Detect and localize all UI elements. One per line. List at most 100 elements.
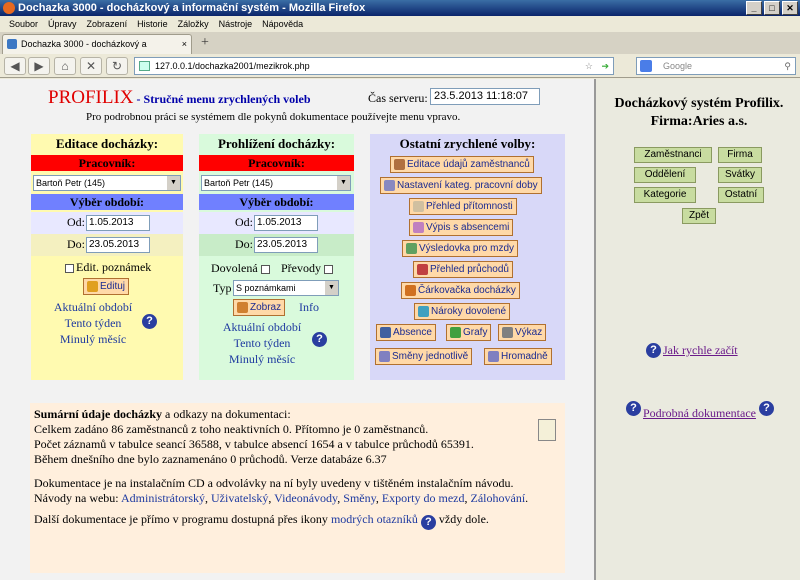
side-btn-company[interactable]: Firma <box>718 147 762 163</box>
view-worker-select[interactable]: Bartoň Petr (145) ▼ <box>201 175 351 191</box>
hint-text: Pro podrobnou práci se systémem dle poky… <box>86 111 461 123</box>
summary-heading-rest: a odkazy na dokumentaci: <box>162 407 291 421</box>
side-btn-category[interactable]: Kategorie <box>634 187 696 203</box>
back-button[interactable]: ◀ <box>4 57 26 75</box>
view-do-input[interactable]: 23.05.2013 <box>254 237 318 253</box>
edit-link-current[interactable]: Aktuální období <box>31 300 155 315</box>
side-btn-other[interactable]: Ostatní <box>718 187 764 203</box>
search-box[interactable]: Google ⚲ <box>636 57 796 75</box>
summary-line-4: Dokumentace je na instalačním CD a odvol… <box>34 476 514 490</box>
page-content: PROFILIX - Stručné menu zrychlených vole… <box>0 79 800 580</box>
view-link-current[interactable]: Aktuální období <box>207 320 317 335</box>
help-icon[interactable]: ? <box>420 515 436 530</box>
side-btn-employees[interactable]: Zaměstnanci <box>634 147 712 163</box>
btn-edit-employees[interactable]: Editace údajů zaměstnanců <box>390 156 534 173</box>
edit-link-week[interactable]: Tento týden <box>31 316 155 331</box>
btn-categories[interactable]: Nastavení kateg. pracovní doby <box>380 177 542 194</box>
bookmark-star-icon[interactable]: ☆ <box>585 58 593 74</box>
link-user[interactable]: Uživatelský <box>211 491 268 505</box>
forward-button[interactable]: ▶ <box>28 57 50 75</box>
btn-absence[interactable]: Absence <box>376 324 436 341</box>
btn-presence[interactable]: Přehled přítomnosti <box>409 198 517 215</box>
vacation-checkbox[interactable] <box>260 264 270 274</box>
btn-absence-label: Absence <box>393 327 432 338</box>
info-link[interactable]: Info <box>299 300 319 315</box>
side-menu: Docházkový systém Profilix. Firma:Aries a… <box>594 79 800 580</box>
magnifier-icon <box>237 302 248 313</box>
transfers-checkbox[interactable] <box>324 264 333 274</box>
link-quick-start[interactable]: Jak rychle začít <box>663 343 738 358</box>
address-bar[interactable]: 127.0.0.1/dochazka2001/mezikrok.php ☆ ➔ <box>134 57 614 75</box>
tab-bar: Dochazka 3000 - docházkový a informační … <box>0 32 800 67</box>
menu-zalozky[interactable]: Záložky <box>173 16 214 32</box>
view-link-week[interactable]: Tento týden <box>207 336 317 351</box>
close-tab-icon[interactable]: × <box>182 35 187 53</box>
btn-report[interactable]: Výkaz <box>498 324 547 341</box>
chevron-down-icon: ▼ <box>325 281 338 295</box>
menu-historie[interactable]: Historie <box>132 16 173 32</box>
btn-payroll[interactable]: Výsledovka pro mzdy <box>402 240 519 257</box>
btn-passages[interactable]: Přehled průchodů <box>413 261 513 278</box>
type-select[interactable]: S poznámkami ▼ <box>233 280 339 296</box>
help-icon[interactable]: ? <box>646 343 661 358</box>
link-blue-question[interactable]: modrých otazníků <box>331 512 418 526</box>
menu-nastroje[interactable]: Nástroje <box>214 16 258 32</box>
link-backup[interactable]: Zálohování <box>471 491 526 505</box>
menu-zobrazeni[interactable]: Zobrazení <box>82 16 133 32</box>
link-shifts[interactable]: Směny <box>343 491 376 505</box>
chart-icon <box>450 327 461 338</box>
menu-upravy[interactable]: Úpravy <box>43 16 82 32</box>
btn-graphs[interactable]: Grafy <box>446 324 492 341</box>
side-btn-back[interactable]: Zpět <box>682 208 716 224</box>
minimize-button[interactable]: _ <box>746 1 762 15</box>
edit-od-input[interactable]: 1.05.2013 <box>86 215 150 231</box>
help-icon[interactable]: ? <box>626 401 641 416</box>
side-btn-department[interactable]: Oddělení <box>634 167 696 183</box>
menu-bar: Soubor Úpravy Zobrazení Historie Záložky… <box>0 16 800 32</box>
help-icon[interactable]: ? <box>759 401 774 416</box>
stop-button[interactable]: ✕ <box>80 57 102 75</box>
btn-shifts[interactable]: Směny jednotlivě <box>375 348 473 365</box>
btn-tally[interactable]: Čárkovačka docházky <box>401 282 520 299</box>
menu-soubor[interactable]: Soubor <box>4 16 43 32</box>
link-exports[interactable]: Exporty do mezd <box>382 491 465 505</box>
edit-link-lastmonth[interactable]: Minulý měsíc <box>31 332 155 347</box>
side-btn-holidays[interactable]: Svátky <box>718 167 762 183</box>
edit-do-input[interactable]: 23.05.2013 <box>86 237 150 253</box>
other-title: Ostatní zrychlené volby: <box>399 136 536 151</box>
side-title: Docházkový systém Profilix. Firma:Aries a… <box>596 95 800 131</box>
view-od-row: Od: 1.05.2013 <box>199 212 354 234</box>
edit-worker-select[interactable]: Bartoň Petr (145) ▼ <box>33 175 181 191</box>
server-time-field[interactable]: 23.5.2013 11:18:07 <box>430 88 540 105</box>
browser-tab[interactable]: Dochazka 3000 - docházkový a informační … <box>2 34 192 67</box>
help-icon[interactable]: ? <box>142 314 157 329</box>
go-arrow-icon[interactable]: ➔ <box>601 58 609 74</box>
home-button[interactable]: ⌂ <box>54 57 76 75</box>
btn-bulk[interactable]: Hromadně <box>484 348 552 365</box>
view-link-lastmonth[interactable]: Minulý měsíc <box>207 352 317 367</box>
reload-button[interactable]: ↻ <box>106 57 128 75</box>
edituj-button[interactable]: Edituj <box>83 278 130 295</box>
menu-napoveda[interactable]: Nápověda <box>257 16 308 32</box>
help-icon[interactable]: ? <box>312 332 327 347</box>
link-admin[interactable]: Administrátorský <box>121 491 205 505</box>
zobraz-button[interactable]: Zobraz <box>233 299 286 316</box>
new-tab-button[interactable]: + <box>196 36 214 52</box>
link-video[interactable]: Videonávody <box>274 491 337 505</box>
btn-absences[interactable]: Výpis s absencemi <box>409 219 514 236</box>
maximize-button[interactable]: □ <box>764 1 780 15</box>
btn-absences-label: Výpis s absencemi <box>426 222 510 233</box>
btn-graphs-label: Grafy <box>463 327 488 338</box>
search-icon[interactable]: ⚲ <box>784 58 791 74</box>
view-od-input[interactable]: 1.05.2013 <box>254 215 318 231</box>
more-docs-post: vždy dole. <box>438 512 489 526</box>
edit-note-checkbox[interactable] <box>65 263 74 273</box>
link-docs[interactable]: Podrobná dokumentace <box>643 406 756 421</box>
btn-vacation[interactable]: Nároky dovolené <box>414 303 511 320</box>
passage-icon <box>417 264 428 275</box>
clipboard-icon[interactable] <box>538 419 556 441</box>
server-time-label: Čas serveru: <box>368 91 428 105</box>
shift-icon <box>379 351 390 362</box>
transfers-label: Převody <box>281 261 321 275</box>
close-button[interactable]: ✕ <box>782 1 798 15</box>
